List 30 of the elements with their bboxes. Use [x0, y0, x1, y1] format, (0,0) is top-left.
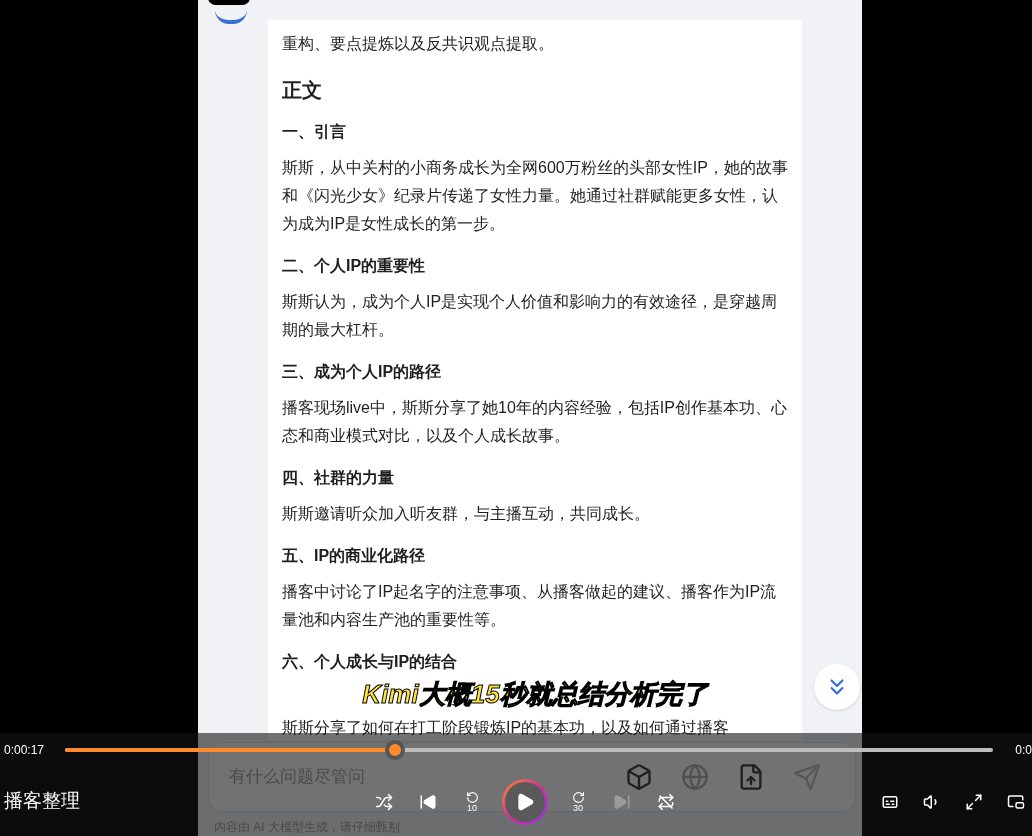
section-heading: 一、引言	[282, 122, 347, 142]
subtitle: Kimi大概15秒就总结分析完了	[362, 678, 708, 710]
section-heading: 五、IP的商业化路径	[282, 546, 427, 566]
shuffle-icon	[375, 792, 393, 811]
paragraph: 斯斯认为，成为个人IP是实现个人价值和影响力的有效途径，是穿越周期的最大杠杆。	[282, 292, 779, 340]
skip-forward-icon	[613, 792, 631, 811]
paragraph: 斯斯，从中关村的小商务成长为全网600万粉丝的头部女性IP，她的故事和《闪光少女》纪录片传递了女性力量。她通过社群赋能更多女性，认为成为IP是女性成长的第一步。	[282, 158, 788, 234]
forward-icon	[571, 790, 585, 804]
picture-in-picture-icon	[1007, 792, 1025, 811]
section-heading: 二、个人IP的重要性	[282, 256, 427, 276]
repeat-off-icon	[657, 792, 675, 811]
section-heading: 三、成为个人IP的路径	[282, 362, 443, 382]
paragraph: 重构、要点提炼以及反共识观点提取。	[282, 34, 555, 54]
skip-back-icon	[419, 792, 437, 811]
progress-track[interactable]	[64, 740, 994, 760]
paragraph: 播客中讨论了IP起名字的注意事项、从播客做起的建议、播客作为IP流量池和内容生产池的重要性等。	[282, 582, 778, 630]
total-time: 0:0	[1015, 742, 1032, 759]
play-icon	[515, 791, 535, 812]
cube-icon[interactable]	[625, 763, 653, 791]
track-title: 播客整理	[3, 789, 81, 814]
section-heading: 六、个人成长与IP的结合	[282, 652, 459, 672]
paragraph: 播客现场live中，斯斯分享了她10年的内容经验，包括IP创作基本功、心态和商业模式对比，以及个人成长故事。	[282, 398, 788, 446]
rewind-icon	[465, 790, 479, 804]
elapsed-time: 0:00:17	[3, 742, 46, 759]
paragraph: 斯斯邀请听众加入听友群，与主播互动，共同成长。	[282, 504, 651, 524]
paragraph: 斯斯分享了如何在打工阶段锻炼IP的基本功，以及如何通过播客	[282, 718, 731, 738]
section-title: 正文	[282, 78, 323, 103]
scroll-down-button[interactable]	[814, 664, 860, 710]
section-heading: 四、社群的力量	[282, 468, 395, 488]
expand-icon	[965, 792, 983, 811]
